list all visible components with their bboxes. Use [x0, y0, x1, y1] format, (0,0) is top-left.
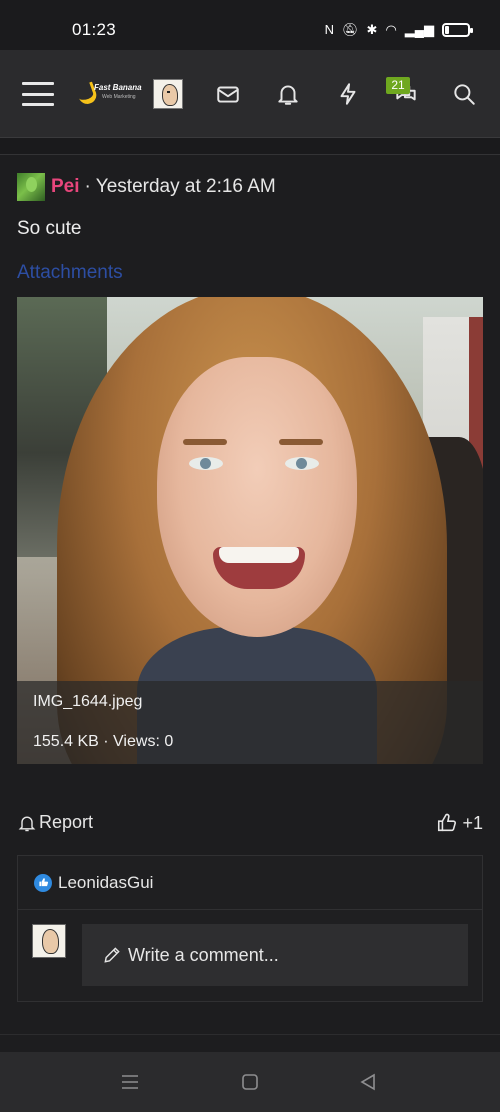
menu-button[interactable] — [20, 50, 56, 138]
whats-new-button[interactable] — [328, 50, 368, 138]
conversations-button[interactable] — [384, 50, 428, 138]
logo-tagline: Web Marketing — [102, 94, 136, 100]
system-nav-bar — [0, 1052, 500, 1112]
post-actions: Report +1 — [17, 812, 483, 838]
mute-icon: 🔕︎ — [342, 22, 359, 37]
reactions-panel: LeonidasGui Write a comment... — [17, 855, 483, 1002]
search-button[interactable] — [444, 50, 484, 138]
home-button[interactable] — [238, 1070, 262, 1094]
attachment-filename[interactable]: IMG_1644.jpeg — [33, 693, 142, 711]
avatar — [153, 79, 183, 109]
chat-count-badge: 21 — [386, 77, 410, 94]
wifi-icon: ◠ — [385, 22, 397, 37]
commenter-avatar — [32, 924, 66, 958]
account-avatar-button[interactable] — [152, 50, 184, 138]
comment-input[interactable]: Write a comment... — [82, 924, 468, 986]
back-button[interactable] — [356, 1070, 380, 1094]
menu-icon — [22, 82, 54, 106]
battery-icon — [442, 23, 473, 37]
logo-brand: Fast Banana — [94, 83, 142, 92]
status-time: 01:23 — [72, 20, 117, 39]
pencil-icon — [104, 947, 120, 963]
site-logo[interactable]: Fast Banana Web Marketing — [75, 50, 142, 138]
recent-apps-button[interactable] — [118, 1070, 142, 1094]
status-bar: 01:23 N 🔕︎ ✱ ◠ ▂▄▆ — [0, 0, 500, 50]
author-avatar[interactable] — [17, 173, 45, 201]
alerts-button[interactable] — [268, 50, 308, 138]
divider — [0, 138, 500, 155]
reactor-name[interactable]: LeonidasGui — [58, 873, 153, 893]
divider — [0, 1034, 500, 1052]
bolt-icon — [340, 83, 356, 105]
like-button[interactable]: +1 — [436, 812, 483, 834]
bell-icon — [18, 816, 36, 831]
square-icon — [242, 1074, 258, 1090]
attachment-image[interactable]: IMG_1644.jpeg 155.4 KB · Views: 0 — [17, 297, 483, 764]
status-icons: N 🔕︎ ✱ ◠ ▂▄▆ — [324, 22, 473, 38]
bluetooth-icon: ✱ — [366, 22, 378, 37]
signal-icon: ▂▄▆ — [404, 22, 434, 37]
comment-placeholder: Write a comment... — [128, 944, 279, 965]
report-button[interactable]: Report — [17, 812, 93, 833]
nfc-icon: N — [324, 22, 335, 37]
attachments-heading: Attachments — [17, 262, 123, 283]
mail-icon — [217, 86, 239, 103]
inbox-button[interactable] — [208, 50, 248, 138]
photo-face — [157, 357, 357, 637]
top-nav: Fast Banana Web Marketing 21 — [0, 50, 500, 138]
back-triangle-icon — [360, 1073, 375, 1091]
like-reaction-icon — [34, 873, 52, 892]
attachment-caption: IMG_1644.jpeg 155.4 KB · Views: 0 — [17, 681, 483, 764]
post-timestamp[interactable]: · Yesterday at 2:16 AM — [85, 176, 276, 198]
thumbs-up-icon — [438, 813, 457, 832]
post-header: Pei · Yesterday at 2:16 AM — [17, 173, 276, 201]
report-label: Report — [39, 812, 94, 832]
menu-lines-icon — [122, 1075, 138, 1089]
bell-icon — [278, 85, 298, 105]
author-username[interactable]: Pei — [51, 176, 80, 198]
attachment-meta: 155.4 KB · Views: 0 — [33, 733, 174, 750]
post-body: So cute — [17, 218, 82, 239]
like-label: +1 — [462, 812, 483, 833]
search-icon — [454, 84, 475, 105]
reactions-summary[interactable]: LeonidasGui — [18, 856, 482, 910]
